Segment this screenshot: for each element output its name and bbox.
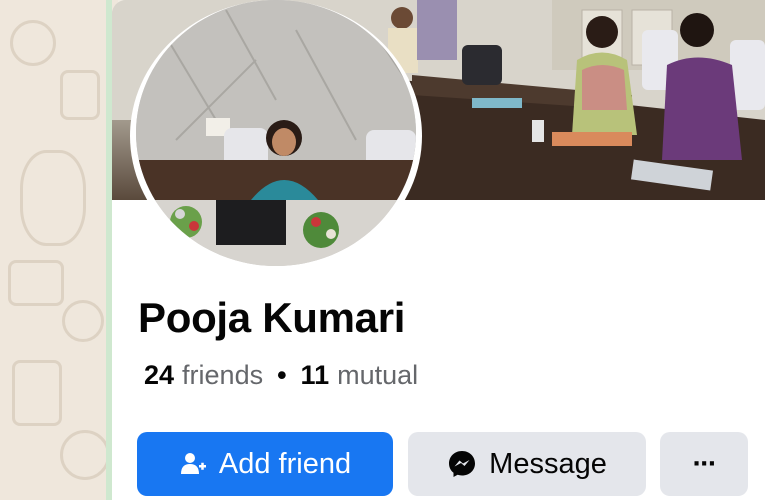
messenger-icon	[447, 449, 477, 479]
friends-count: 24	[144, 360, 175, 390]
add-person-icon	[179, 450, 207, 478]
chat-wallpaper	[0, 0, 118, 500]
message-label: Message	[489, 447, 607, 480]
friend-stats[interactable]: 24 friends • 11 mutual	[144, 360, 418, 391]
mutual-count: 11	[300, 360, 330, 390]
more-dots-icon: ···	[692, 447, 718, 480]
message-button[interactable]: Message	[408, 432, 646, 496]
mutual-label: mutual	[337, 360, 419, 390]
add-friend-button[interactable]: Add friend	[137, 432, 393, 496]
profile-name: Pooja Kumari	[138, 294, 406, 341]
add-friend-label: Add friend	[218, 447, 352, 480]
more-options-button[interactable]: ···	[660, 432, 748, 496]
profile-avatar[interactable]	[136, 0, 416, 266]
stats-separator: •	[277, 360, 287, 390]
friends-label: friends	[182, 360, 264, 390]
profile-card: Pooja Kumari 24 friends • 11 mutual Add …	[112, 0, 765, 500]
